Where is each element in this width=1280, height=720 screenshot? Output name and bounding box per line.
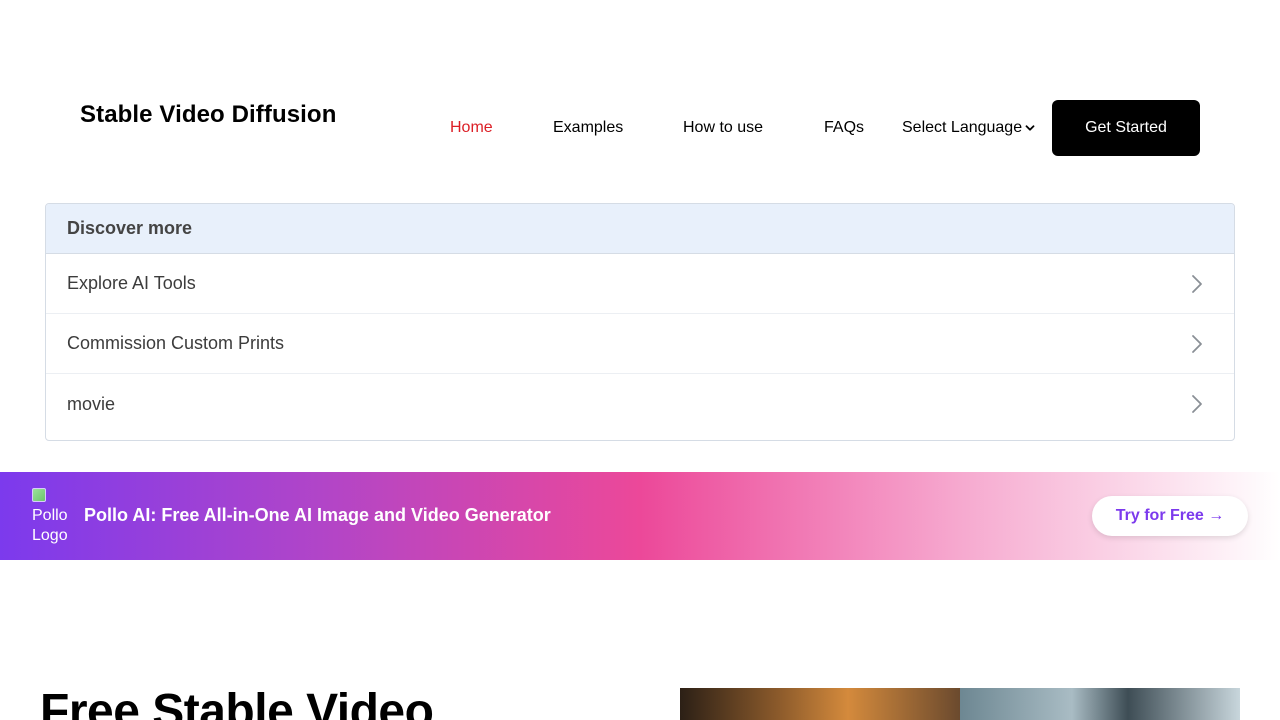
get-started-button[interactable]: Get Started [1052,100,1200,156]
discover-item-label: movie [67,393,116,414]
hero-title: Free Stable Video [40,685,434,720]
discover-item-explore-ai-tools[interactable]: Explore AI Tools [46,254,1234,314]
discover-item-movie[interactable]: movie [46,374,1234,434]
try-for-free-button[interactable]: Try for Free → [1092,496,1248,536]
promo-logo: Pollo Logo [32,486,72,546]
language-select-label: Select Language [902,119,1023,136]
preview-frame [680,688,960,720]
hero-video-preview[interactable] [680,688,1240,720]
discover-item-commission-custom-prints[interactable]: Commission Custom Prints [46,314,1234,374]
discover-item-label: Explore AI Tools [67,273,196,293]
discover-more-panel: Discover more Explore AI Tools Commissio… [45,203,1235,441]
nav-examples-link[interactable]: Examples [553,119,623,137]
page: Stable Video Diffusion Home Examples How… [0,0,1280,720]
promo-logo-alt: Pollo Logo [32,507,68,544]
nav-faqs-link[interactable]: FAQs [824,119,864,137]
language-select[interactable]: Select Language [902,119,1035,137]
site-header: Stable Video Diffusion Home Examples How… [0,0,1280,190]
chevron-right-icon [1192,334,1202,353]
promo-text: Pollo AI: Free All-in-One AI Image and V… [84,505,551,525]
nav-how-to-use-link[interactable]: How to use [683,119,763,137]
nav-home-link[interactable]: Home [450,119,493,137]
discover-item-label: Commission Custom Prints [67,333,285,353]
preview-frame [960,688,1240,720]
promo-banner: Pollo Logo Pollo AI: Free All-in-One AI … [0,472,1280,560]
discover-more-heading: Discover more [46,204,1234,254]
chevron-down-icon [1025,125,1035,131]
site-title[interactable]: Stable Video Diffusion [80,101,336,129]
chevron-right-icon [1192,395,1202,413]
chevron-right-icon [1192,274,1202,293]
broken-image-icon [32,488,46,502]
